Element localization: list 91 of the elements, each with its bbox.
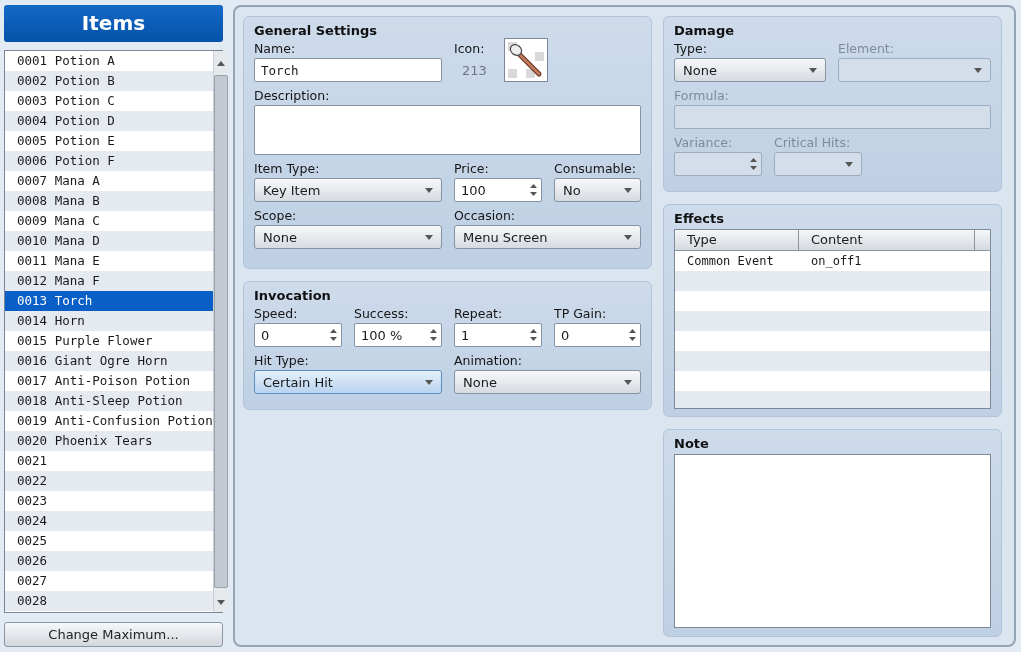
dropdown[interactable]: Key Item (254, 178, 442, 202)
list-item[interactable]: 0016 Giant Ogre Horn (5, 350, 213, 371)
caret-icon (845, 161, 853, 167)
table-cell-text: on_off1 (810, 253, 863, 270)
group-title: Invocation (254, 287, 332, 305)
caret-icon (425, 234, 433, 240)
list-item[interactable]: 0026 (5, 550, 213, 571)
dropdown[interactable]: None (674, 58, 826, 82)
list-item[interactable]: 0013 Torch (5, 290, 213, 311)
spin-arrows-icon[interactable] (530, 183, 537, 197)
caret-icon (425, 187, 433, 193)
field-label: Formula: (674, 88, 730, 103)
list-item[interactable]: 0006 Potion F (5, 150, 213, 171)
field-label: Hit Type: (254, 353, 310, 368)
scroll-down-icon[interactable] (216, 600, 225, 606)
number-field[interactable]: 1 (454, 323, 542, 347)
table-cell-text: Common Event (686, 253, 775, 270)
list-item[interactable]: 0003 Potion C (5, 90, 213, 111)
list-item[interactable]: 0004 Potion D (5, 110, 213, 131)
list-item[interactable]: 0010 Mana D (5, 230, 213, 251)
field-label: Element: (838, 41, 895, 56)
field-label: Consumable: (554, 161, 637, 176)
caret-icon (425, 379, 433, 385)
caret-icon (624, 187, 632, 193)
field-label: Price: (454, 161, 490, 176)
field-label: Critical Hits: (774, 135, 852, 150)
caret-icon (624, 379, 632, 385)
panel-title: Items (4, 5, 223, 42)
field-label: Success: (354, 306, 410, 321)
spin-arrows-icon[interactable] (430, 328, 437, 342)
field-label: Repeat: (454, 306, 504, 321)
scroll-up-icon[interactable] (216, 60, 225, 66)
column-header[interactable]: Content (799, 230, 975, 250)
field-label: Icon: (454, 41, 486, 56)
dropdown[interactable]: Certain Hit (254, 370, 442, 394)
field-label: Scope: (254, 208, 298, 223)
list-item[interactable]: 0022 (5, 470, 213, 491)
list-item[interactable]: 0020 Phoenix Tears (5, 430, 213, 451)
list-item[interactable]: 0001 Potion A (5, 50, 213, 71)
list-item[interactable]: 0023 (5, 490, 213, 511)
dropdown[interactable]: No (554, 178, 641, 202)
field-label: Description: (254, 88, 331, 103)
list-item[interactable]: 0014 Horn (5, 310, 213, 331)
number-field[interactable]: 100 (454, 178, 542, 202)
list-item[interactable]: 0028 (5, 590, 213, 611)
caret-icon (624, 234, 632, 240)
field-label: Occasion: (454, 208, 516, 223)
list-item[interactable]: 0005 Potion E (5, 130, 213, 151)
caret-icon (809, 67, 817, 73)
list-item[interactable]: 0011 Mana E (5, 250, 213, 271)
number-field[interactable]: 100 % (354, 323, 442, 347)
list-item[interactable]: 0017 Anti-Poison Potion (5, 370, 213, 391)
list-item[interactable]: 0025 (5, 530, 213, 551)
number-field[interactable]: 0 (554, 323, 641, 347)
spin-arrows-icon[interactable] (629, 328, 636, 342)
list-item[interactable]: 0027 (5, 570, 213, 591)
field-label: Animation: (454, 353, 523, 368)
list-item[interactable]: 0007 Mana A (5, 170, 213, 191)
list-item[interactable]: 0018 Anti-Sleep Potion (5, 390, 213, 411)
list-item[interactable]: 0021 (5, 450, 213, 471)
text-area[interactable] (254, 105, 641, 155)
list-item[interactable]: 0015 Purple Flower (5, 330, 213, 351)
list-item[interactable]: 0002 Potion B (5, 70, 213, 91)
list-item[interactable]: 0019 Anti-Confusion Potion (5, 410, 213, 431)
list-item[interactable]: 0009 Mana C (5, 210, 213, 231)
group-title: Effects (674, 210, 725, 228)
change-maximum-button[interactable]: Change Maximum... (4, 622, 223, 647)
field-label: Type: (674, 41, 708, 56)
field-label: Name: (254, 41, 297, 56)
number-field[interactable]: 0 (254, 323, 342, 347)
icon-index: 213 (461, 62, 487, 80)
list-item[interactable]: 0008 Mana B (5, 190, 213, 211)
field-label: Item Type: (254, 161, 321, 176)
field-label: Variance: (674, 135, 734, 150)
text-field[interactable]: Torch (254, 58, 442, 82)
spin-arrows-icon[interactable] (330, 328, 337, 342)
scrollbar[interactable] (212, 50, 228, 613)
list-item[interactable]: 0024 (5, 510, 213, 531)
dropdown[interactable]: Menu Screen (454, 225, 641, 249)
dropdown[interactable]: None (454, 370, 641, 394)
field-label: Speed: (254, 306, 299, 321)
torch-icon[interactable] (503, 38, 548, 82)
field-label: TP Gain: (554, 306, 608, 321)
group-title: General Settings (254, 22, 379, 40)
caret-icon (974, 67, 982, 73)
group-title: Note (674, 435, 710, 453)
spin-arrows-icon[interactable] (530, 328, 537, 342)
column-header[interactable]: Type (675, 230, 799, 250)
group-title: Damage (674, 22, 735, 40)
dropdown[interactable]: None (254, 225, 442, 249)
list-item[interactable]: 0012 Mana F (5, 270, 213, 291)
